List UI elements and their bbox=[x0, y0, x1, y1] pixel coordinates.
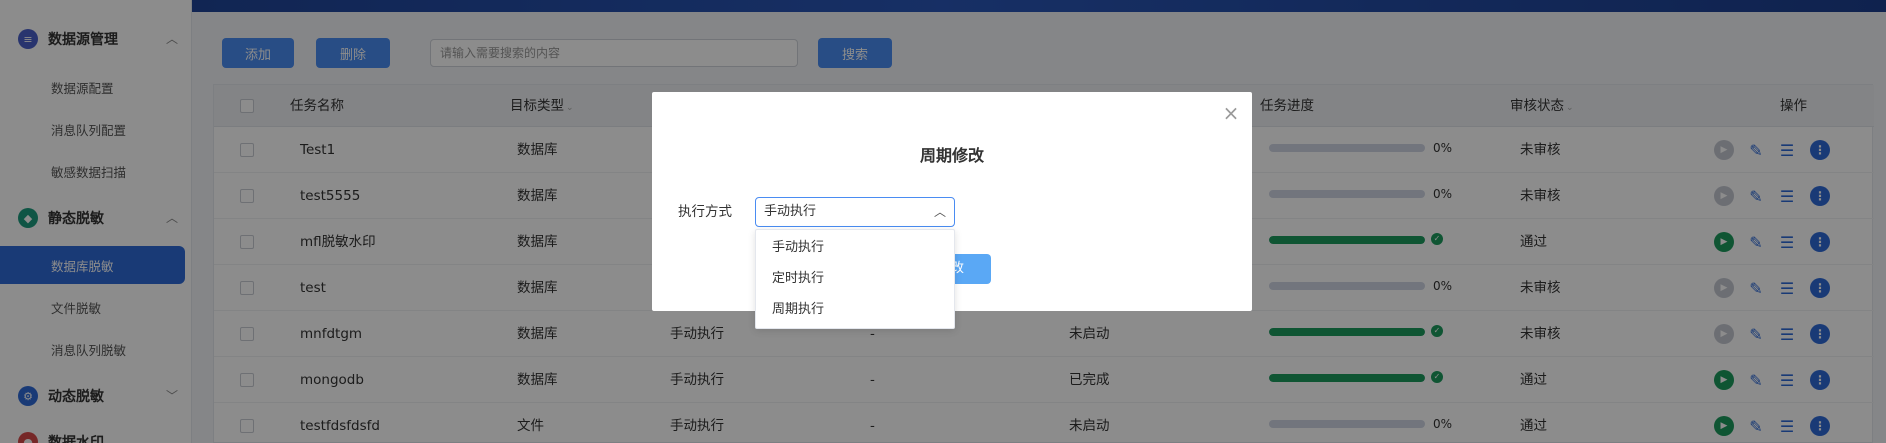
dropdown-option-periodic[interactable]: 周期执行 bbox=[756, 295, 954, 325]
dropdown-option-scheduled[interactable]: 定时执行 bbox=[756, 264, 954, 294]
dropdown-option-manual[interactable]: 手动执行 bbox=[756, 233, 954, 263]
exec-mode-dropdown: 手动执行 定时执行 周期执行 bbox=[755, 229, 955, 329]
exec-mode-label: 执行方式 bbox=[678, 204, 732, 220]
exec-mode-select[interactable]: 手动执行 ︿ bbox=[755, 197, 955, 227]
close-icon[interactable]: × bbox=[1220, 102, 1242, 124]
chevron-up-icon: ︿ bbox=[933, 205, 946, 219]
modal-title: 周期修改 bbox=[919, 146, 984, 165]
select-value: 手动执行 bbox=[764, 204, 817, 219]
